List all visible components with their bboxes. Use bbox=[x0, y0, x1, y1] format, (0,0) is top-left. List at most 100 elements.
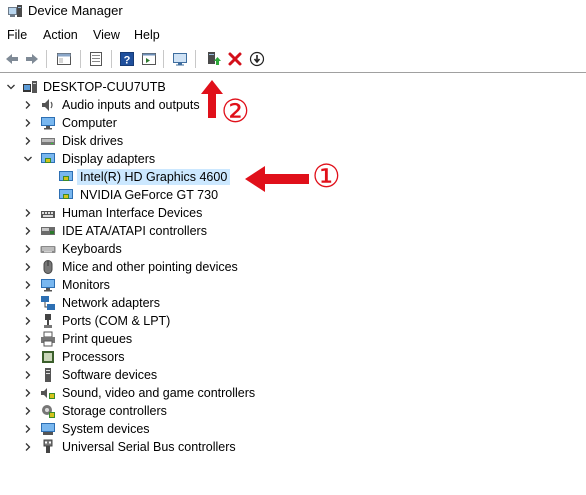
chevron-right-icon[interactable] bbox=[22, 261, 34, 273]
tree-item-system-devices[interactable]: System devices bbox=[0, 420, 586, 438]
properties-sheet-icon[interactable] bbox=[54, 49, 74, 69]
tree-item-label: Mice and other pointing devices bbox=[62, 260, 238, 274]
menu-help[interactable]: Help bbox=[134, 28, 160, 42]
tree-item-label: Keyboards bbox=[62, 242, 122, 256]
printer-icon bbox=[41, 331, 55, 347]
tree-item-ports[interactable]: Ports (COM & LPT) bbox=[0, 312, 586, 330]
tree-item-monitors[interactable]: Monitors bbox=[0, 276, 586, 294]
tree-item-label: Software devices bbox=[62, 368, 158, 382]
port-icon bbox=[44, 314, 52, 328]
tree-item-computer[interactable]: Computer bbox=[0, 114, 586, 132]
hid-icon bbox=[41, 211, 55, 218]
tree-item-keyboards[interactable]: Keyboards bbox=[0, 240, 586, 258]
network-adapter-icon bbox=[41, 296, 55, 310]
action-pane-icon[interactable] bbox=[139, 49, 159, 69]
tree-item-label: Processors bbox=[62, 350, 125, 364]
tree-item-label: System devices bbox=[62, 422, 150, 436]
tree-item-hid[interactable]: Human Interface Devices bbox=[0, 204, 586, 222]
menu-file[interactable]: File bbox=[7, 28, 27, 42]
toolbar-separator bbox=[195, 50, 196, 68]
sound-controller-icon bbox=[41, 388, 55, 399]
device-tree: DESKTOP-CUU7UTB Audio inputs and outputs… bbox=[0, 74, 586, 495]
chevron-right-icon[interactable] bbox=[22, 369, 34, 381]
toolbar-separator bbox=[46, 50, 47, 68]
tree-item-software-devices[interactable]: Software devices bbox=[0, 366, 586, 384]
speaker-icon bbox=[42, 99, 53, 111]
toolbar-separator bbox=[111, 50, 112, 68]
chevron-right-icon[interactable] bbox=[22, 423, 34, 435]
computer-host-icon bbox=[23, 81, 37, 93]
menu-action[interactable]: Action bbox=[43, 28, 78, 42]
uninstall-device-icon[interactable] bbox=[225, 49, 245, 69]
display-adapter-icon bbox=[41, 153, 55, 163]
chevron-right-icon[interactable] bbox=[22, 405, 34, 417]
svg-text:?: ? bbox=[124, 55, 131, 67]
processor-icon bbox=[42, 351, 54, 363]
tree-item-ide[interactable]: IDE ATA/ATAPI controllers bbox=[0, 222, 586, 240]
chevron-down-icon[interactable] bbox=[22, 153, 34, 165]
keyboard-icon bbox=[40, 246, 56, 253]
chevron-right-icon[interactable] bbox=[22, 297, 34, 309]
chevron-right-icon[interactable] bbox=[22, 279, 34, 291]
system-device-icon bbox=[41, 423, 55, 435]
menu-bar: File Action View Help bbox=[0, 24, 586, 46]
chevron-right-icon[interactable] bbox=[22, 99, 34, 111]
tree-root-label: DESKTOP-CUU7UTB bbox=[43, 80, 166, 94]
tree-item-label: Network adapters bbox=[62, 296, 160, 310]
tree-item-label: Disk drives bbox=[62, 134, 124, 148]
toolbar-separator bbox=[163, 50, 164, 68]
tree-item-label: Storage controllers bbox=[62, 404, 167, 418]
monitor-icon bbox=[41, 117, 55, 130]
software-device-icon bbox=[45, 368, 51, 382]
tree-root[interactable]: DESKTOP-CUU7UTB bbox=[0, 78, 586, 96]
tree-item-label: Print queues bbox=[62, 332, 133, 346]
title-bar: Device Manager bbox=[0, 0, 586, 24]
tree-item-print-queues[interactable]: Print queues bbox=[0, 330, 586, 348]
chevron-right-icon[interactable] bbox=[22, 315, 34, 327]
tree-item-label: Sound, video and game controllers bbox=[62, 386, 256, 400]
chevron-right-icon[interactable] bbox=[22, 207, 34, 219]
tree-item-label: Display adapters bbox=[62, 152, 156, 166]
tree-item-label: Audio inputs and outputs bbox=[62, 98, 200, 112]
mouse-icon bbox=[43, 260, 53, 274]
tree-item-disk-drives[interactable]: Disk drives bbox=[0, 132, 586, 150]
tree-item-audio[interactable]: Audio inputs and outputs bbox=[0, 96, 586, 114]
toolbar: ? bbox=[0, 46, 586, 73]
tree-item-usb[interactable]: Universal Serial Bus controllers bbox=[0, 438, 586, 456]
chevron-right-icon[interactable] bbox=[22, 387, 34, 399]
ide-icon bbox=[41, 227, 55, 235]
chevron-right-icon[interactable] bbox=[22, 441, 34, 453]
chevron-right-icon[interactable] bbox=[22, 333, 34, 345]
disable-device-icon[interactable] bbox=[247, 49, 267, 69]
tree-item-storage-controllers[interactable]: Storage controllers bbox=[0, 402, 586, 420]
scan-hardware-icon[interactable] bbox=[170, 49, 190, 69]
tree-item-sound-video-game[interactable]: Sound, video and game controllers bbox=[0, 384, 586, 402]
window-title: Device Manager bbox=[28, 3, 123, 18]
tree-item-mice[interactable]: Mice and other pointing devices bbox=[0, 258, 586, 276]
tree-item-label: IDE ATA/ATAPI controllers bbox=[62, 224, 207, 238]
chevron-right-icon[interactable] bbox=[22, 117, 34, 129]
tree-item-label: Universal Serial Bus controllers bbox=[62, 440, 236, 454]
help-icon[interactable]: ? bbox=[117, 49, 137, 69]
tree-item-label: Ports (COM & LPT) bbox=[62, 314, 171, 328]
display-adapter-icon bbox=[59, 189, 73, 199]
chevron-right-icon[interactable] bbox=[22, 351, 34, 363]
forward-icon[interactable] bbox=[22, 49, 42, 69]
tree-item-network-adapters[interactable]: Network adapters bbox=[0, 294, 586, 312]
usb-icon bbox=[43, 439, 53, 453]
menu-view[interactable]: View bbox=[93, 28, 120, 42]
back-icon[interactable] bbox=[2, 49, 22, 69]
tree-child-label: Intel(R) HD Graphics 4600 bbox=[77, 169, 231, 185]
chevron-right-icon[interactable] bbox=[22, 243, 34, 255]
storage-controller-icon bbox=[42, 405, 55, 418]
chevron-right-icon[interactable] bbox=[22, 225, 34, 237]
tree-item-label: Computer bbox=[62, 116, 117, 130]
console-tree-icon[interactable] bbox=[86, 49, 106, 69]
tree-item-label: Monitors bbox=[62, 278, 110, 292]
disk-drive-icon bbox=[41, 138, 55, 145]
update-driver-icon[interactable] bbox=[203, 49, 223, 69]
chevron-down-icon[interactable] bbox=[5, 81, 17, 93]
toolbar-separator bbox=[80, 50, 81, 68]
tree-item-processors[interactable]: Processors bbox=[0, 348, 586, 366]
chevron-right-icon[interactable] bbox=[22, 135, 34, 147]
